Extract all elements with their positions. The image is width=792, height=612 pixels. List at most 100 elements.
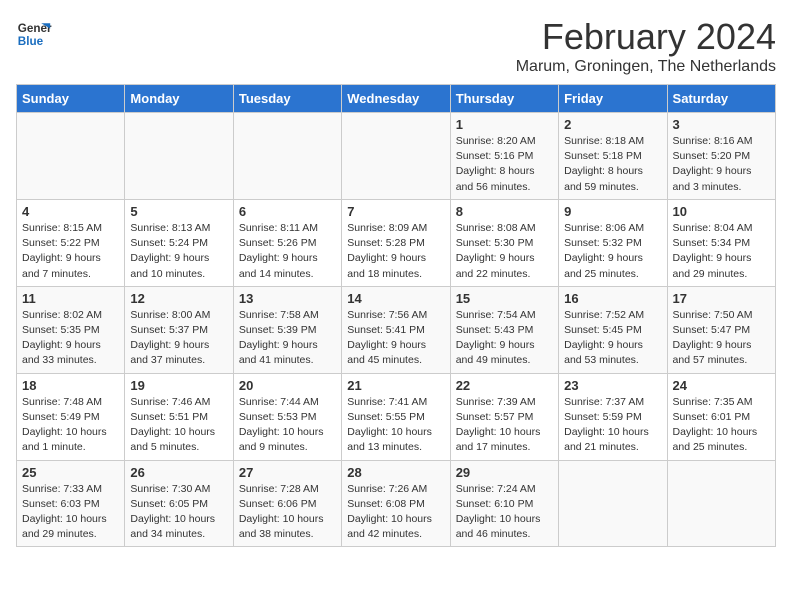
day-cell xyxy=(17,113,125,200)
day-number: 11 xyxy=(22,291,119,306)
location-title: Marum, Groningen, The Netherlands xyxy=(516,58,776,76)
day-cell: 4 Sunrise: 8:15 AMSunset: 5:22 PMDaylight… xyxy=(17,199,125,286)
day-number: 14 xyxy=(347,291,444,306)
day-cell: 25Sunrise: 7:33 AMSunset: 6:03 PMDayligh… xyxy=(17,460,125,547)
column-header-tuesday: Tuesday xyxy=(233,85,341,113)
day-cell xyxy=(233,113,341,200)
day-number: 1 xyxy=(456,117,553,132)
day-info: Sunrise: 7:28 AMSunset: 6:06 PMDaylight:… xyxy=(239,482,336,543)
day-number: 10 xyxy=(673,204,770,219)
day-cell: 12 Sunrise: 8:00 AMSunset: 5:37 PMDayligh… xyxy=(125,286,233,373)
day-info: Sunrise: 7:24 AMSunset: 6:10 PMDaylight:… xyxy=(456,482,553,543)
day-number: 25 xyxy=(22,465,119,480)
column-header-friday: Friday xyxy=(559,85,667,113)
page-header: General Blue February 2024 Marum, Gronin… xyxy=(16,16,776,76)
day-cell: 1 Sunrise: 8:20 AMSunset: 5:16 PMDaylight… xyxy=(450,113,558,200)
day-cell xyxy=(559,460,667,547)
day-info: Sunrise: 7:52 AMSunset: 5:45 PMDaylight:… xyxy=(564,308,661,369)
day-number: 15 xyxy=(456,291,553,306)
day-info: Sunrise: 7:58 AMSunset: 5:39 PMDaylight:… xyxy=(239,308,336,369)
day-number: 12 xyxy=(130,291,227,306)
day-cell: 14 Sunrise: 7:56 AMSunset: 5:41 PMDayligh… xyxy=(342,286,450,373)
day-number: 29 xyxy=(456,465,553,480)
day-cell: 3 Sunrise: 8:16 AMSunset: 5:20 PMDaylight… xyxy=(667,113,775,200)
day-info: Sunrise: 8:09 AMSunset: 5:28 PMDaylight:… xyxy=(347,221,444,282)
day-number: 21 xyxy=(347,378,444,393)
column-header-monday: Monday xyxy=(125,85,233,113)
day-number: 24 xyxy=(673,378,770,393)
calendar-table: SundayMondayTuesdayWednesdayThursdayFrid… xyxy=(16,84,776,547)
day-cell: 20Sunrise: 7:44 AMSunset: 5:53 PMDayligh… xyxy=(233,373,341,460)
week-row-2: 4 Sunrise: 8:15 AMSunset: 5:22 PMDaylight… xyxy=(17,199,776,286)
day-number: 2 xyxy=(564,117,661,132)
day-number: 28 xyxy=(347,465,444,480)
day-info: Sunrise: 7:37 AMSunset: 5:59 PMDaylight:… xyxy=(564,395,661,456)
day-cell xyxy=(342,113,450,200)
calendar-body: 1 Sunrise: 8:20 AMSunset: 5:16 PMDaylight… xyxy=(17,113,776,547)
day-number: 4 xyxy=(22,204,119,219)
logo-icon: General Blue xyxy=(16,16,52,52)
day-info: Sunrise: 8:00 AMSunset: 5:37 PMDaylight:… xyxy=(130,308,227,369)
day-cell: 2 Sunrise: 8:18 AMSunset: 5:18 PMDaylight… xyxy=(559,113,667,200)
day-info: Sunrise: 7:50 AMSunset: 5:47 PMDaylight:… xyxy=(673,308,770,369)
title-area: February 2024 Marum, Groningen, The Neth… xyxy=(516,16,776,76)
day-cell: 29 Sunrise: 7:24 AMSunset: 6:10 PMDayligh… xyxy=(450,460,558,547)
day-cell: 10 Sunrise: 8:04 AMSunset: 5:34 PMDayligh… xyxy=(667,199,775,286)
day-number: 9 xyxy=(564,204,661,219)
day-info: Sunrise: 8:16 AMSunset: 5:20 PMDaylight:… xyxy=(673,134,770,195)
day-number: 13 xyxy=(239,291,336,306)
day-info: Sunrise: 8:15 AMSunset: 5:22 PMDaylight:… xyxy=(22,221,119,282)
day-number: 17 xyxy=(673,291,770,306)
logo: General Blue xyxy=(16,16,52,52)
day-info: Sunrise: 8:04 AMSunset: 5:34 PMDaylight:… xyxy=(673,221,770,282)
column-header-sunday: Sunday xyxy=(17,85,125,113)
day-info: Sunrise: 8:13 AMSunset: 5:24 PMDaylight:… xyxy=(130,221,227,282)
day-cell: 15 Sunrise: 7:54 AMSunset: 5:43 PMDayligh… xyxy=(450,286,558,373)
day-number: 23 xyxy=(564,378,661,393)
day-number: 8 xyxy=(456,204,553,219)
day-cell: 13 Sunrise: 7:58 AMSunset: 5:39 PMDayligh… xyxy=(233,286,341,373)
day-number: 3 xyxy=(673,117,770,132)
day-cell: 22Sunrise: 7:39 AMSunset: 5:57 PMDayligh… xyxy=(450,373,558,460)
day-cell: 8Sunrise: 8:08 AMSunset: 5:30 PMDaylight… xyxy=(450,199,558,286)
svg-text:Blue: Blue xyxy=(18,35,44,48)
month-title: February 2024 xyxy=(516,16,776,58)
day-cell: 17 Sunrise: 7:50 AMSunset: 5:47 PMDayligh… xyxy=(667,286,775,373)
column-header-thursday: Thursday xyxy=(450,85,558,113)
day-info: Sunrise: 8:02 AMSunset: 5:35 PMDaylight:… xyxy=(22,308,119,369)
day-info: Sunrise: 7:54 AMSunset: 5:43 PMDaylight:… xyxy=(456,308,553,369)
day-info: Sunrise: 8:20 AMSunset: 5:16 PMDaylight:… xyxy=(456,134,553,195)
day-info: Sunrise: 7:35 AMSunset: 6:01 PMDaylight:… xyxy=(673,395,770,456)
day-cell: 18Sunrise: 7:48 AMSunset: 5:49 PMDayligh… xyxy=(17,373,125,460)
column-header-wednesday: Wednesday xyxy=(342,85,450,113)
week-row-3: 11 Sunrise: 8:02 AMSunset: 5:35 PMDayligh… xyxy=(17,286,776,373)
day-number: 26 xyxy=(130,465,227,480)
day-cell: 9 Sunrise: 8:06 AMSunset: 5:32 PMDaylight… xyxy=(559,199,667,286)
day-info: Sunrise: 7:56 AMSunset: 5:41 PMDaylight:… xyxy=(347,308,444,369)
day-number: 5 xyxy=(130,204,227,219)
day-number: 19 xyxy=(130,378,227,393)
day-number: 27 xyxy=(239,465,336,480)
day-info: Sunrise: 7:46 AMSunset: 5:51 PMDaylight:… xyxy=(130,395,227,456)
day-info: Sunrise: 7:41 AMSunset: 5:55 PMDaylight:… xyxy=(347,395,444,456)
day-info: Sunrise: 8:11 AMSunset: 5:26 PMDaylight:… xyxy=(239,221,336,282)
day-number: 7 xyxy=(347,204,444,219)
day-info: Sunrise: 7:26 AMSunset: 6:08 PMDaylight:… xyxy=(347,482,444,543)
day-number: 6 xyxy=(239,204,336,219)
day-info: Sunrise: 7:44 AMSunset: 5:53 PMDaylight:… xyxy=(239,395,336,456)
day-cell: 5 Sunrise: 8:13 AMSunset: 5:24 PMDaylight… xyxy=(125,199,233,286)
week-row-4: 18Sunrise: 7:48 AMSunset: 5:49 PMDayligh… xyxy=(17,373,776,460)
day-number: 22 xyxy=(456,378,553,393)
day-cell xyxy=(667,460,775,547)
day-info: Sunrise: 8:06 AMSunset: 5:32 PMDaylight:… xyxy=(564,221,661,282)
day-cell: 23 Sunrise: 7:37 AMSunset: 5:59 PMDayligh… xyxy=(559,373,667,460)
column-header-saturday: Saturday xyxy=(667,85,775,113)
day-number: 16 xyxy=(564,291,661,306)
day-info: Sunrise: 7:48 AMSunset: 5:49 PMDaylight:… xyxy=(22,395,119,456)
day-info: Sunrise: 7:30 AMSunset: 6:05 PMDaylight:… xyxy=(130,482,227,543)
day-cell: 7 Sunrise: 8:09 AMSunset: 5:28 PMDaylight… xyxy=(342,199,450,286)
day-cell xyxy=(125,113,233,200)
day-info: Sunrise: 8:18 AMSunset: 5:18 PMDaylight:… xyxy=(564,134,661,195)
day-cell: 21 Sunrise: 7:41 AMSunset: 5:55 PMDayligh… xyxy=(342,373,450,460)
day-cell: 27 Sunrise: 7:28 AMSunset: 6:06 PMDayligh… xyxy=(233,460,341,547)
